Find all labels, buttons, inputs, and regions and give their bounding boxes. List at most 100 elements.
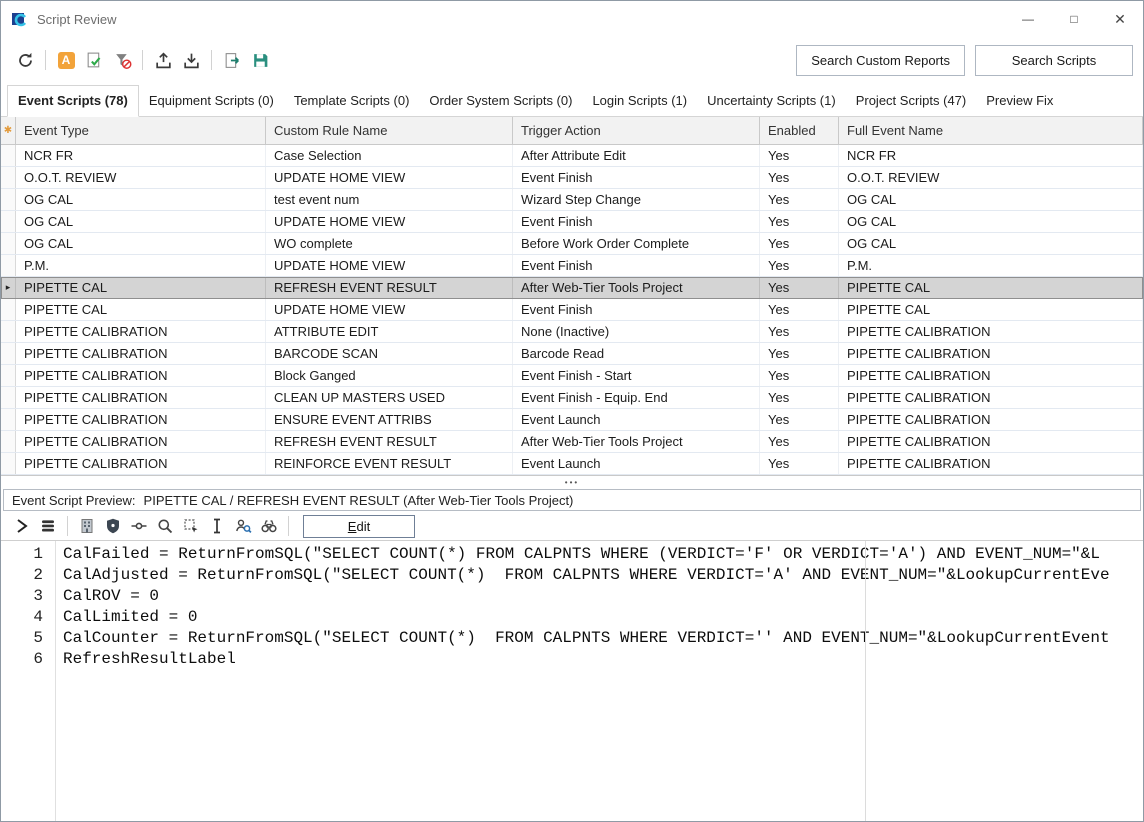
splitter-handle[interactable]: ••• xyxy=(1,475,1143,488)
table-row[interactable]: ▸PIPETTE CALREFRESH EVENT RESULTAfter We… xyxy=(1,277,1143,299)
splitter-dots-icon: ••• xyxy=(565,478,579,487)
table-cell: O.O.T. REVIEW xyxy=(839,167,1143,188)
table-cell: Yes xyxy=(760,211,839,232)
run-icon[interactable] xyxy=(10,515,34,537)
node-icon[interactable] xyxy=(127,515,151,537)
table-row[interactable]: PIPETTE CALIBRATIONBARCODE SCANBarcode R… xyxy=(1,343,1143,365)
refresh-icon[interactable] xyxy=(12,48,38,72)
tab-order-system-scripts-0[interactable]: Order System Scripts (0) xyxy=(419,86,582,116)
save-icon[interactable] xyxy=(247,48,273,72)
search-scripts-button[interactable]: Search Scripts xyxy=(975,45,1133,76)
validate-script-icon[interactable] xyxy=(81,48,107,72)
row-selector[interactable] xyxy=(1,233,16,254)
code-lines[interactable]: CalFailed = ReturnFromSQL("SELECT COUNT(… xyxy=(56,541,1143,821)
line-number: 2 xyxy=(1,565,43,586)
table-row[interactable]: OG CALUPDATE HOME VIEWEvent FinishYesOG … xyxy=(1,211,1143,233)
row-selector[interactable] xyxy=(1,321,16,342)
shield-icon[interactable] xyxy=(101,515,125,537)
select-region-icon[interactable] xyxy=(179,515,203,537)
column-header-enabled[interactable]: Enabled xyxy=(760,117,839,144)
ibeam-icon[interactable] xyxy=(205,515,229,537)
code-line[interactable]: CalAdjusted = ReturnFromSQL("SELECT COUN… xyxy=(63,565,1143,586)
required-asterisk-icon: ✱ xyxy=(1,117,16,144)
tab-equipment-scripts-0[interactable]: Equipment Scripts (0) xyxy=(139,86,284,116)
row-selector[interactable] xyxy=(1,453,16,474)
code-line[interactable]: CalCounter = ReturnFromSQL("SELECT COUNT… xyxy=(63,628,1143,649)
code-line[interactable]: CalFailed = ReturnFromSQL("SELECT COUNT(… xyxy=(63,544,1143,565)
table-cell: OG CAL xyxy=(16,211,266,232)
table-row[interactable]: PIPETTE CALIBRATIONATTRIBUTE EDITNone (I… xyxy=(1,321,1143,343)
table-row[interactable]: PIPETTE CALIBRATIONCLEAN UP MASTERS USED… xyxy=(1,387,1143,409)
tab-project-scripts-47[interactable]: Project Scripts (47) xyxy=(846,86,977,116)
clear-filter-icon[interactable] xyxy=(109,48,135,72)
row-selector[interactable] xyxy=(1,387,16,408)
column-header-full-event-name[interactable]: Full Event Name xyxy=(839,117,1143,144)
row-selector[interactable] xyxy=(1,343,16,364)
table-cell: None (Inactive) xyxy=(513,321,760,342)
row-selector[interactable] xyxy=(1,299,16,320)
toolbar-separator xyxy=(211,50,212,70)
table-row[interactable]: P.M.UPDATE HOME VIEWEvent FinishYesP.M. xyxy=(1,255,1143,277)
code-line[interactable]: CalROV = 0 xyxy=(63,586,1143,607)
search-custom-reports-button[interactable]: Search Custom Reports xyxy=(796,45,965,76)
maximize-button[interactable]: □ xyxy=(1051,1,1097,37)
table-cell: Yes xyxy=(760,145,839,166)
table-row[interactable]: PIPETTE CALIBRATIONBlock GangedEvent Fin… xyxy=(1,365,1143,387)
row-selector[interactable]: ▸ xyxy=(1,277,16,298)
table-row[interactable]: OG CALWO completeBefore Work Order Compl… xyxy=(1,233,1143,255)
table-cell: O.O.T. REVIEW xyxy=(16,167,266,188)
row-selector[interactable] xyxy=(1,167,16,188)
sql-icon[interactable] xyxy=(75,515,99,537)
table-cell: UPDATE HOME VIEW xyxy=(266,255,513,276)
attribute-a-icon[interactable]: A xyxy=(53,48,79,72)
row-selector[interactable] xyxy=(1,255,16,276)
code-editor[interactable]: 123456 CalFailed = ReturnFromSQL("SELECT… xyxy=(1,540,1143,821)
tab-event-scripts-78[interactable]: Event Scripts (78) xyxy=(7,85,139,117)
table-cell: PIPETTE CALIBRATION xyxy=(839,321,1143,342)
stack-icon[interactable] xyxy=(36,515,60,537)
tab-preview-fix[interactable]: Preview Fix xyxy=(976,86,1063,116)
column-header-event-type[interactable]: Event Type xyxy=(16,117,266,144)
close-button[interactable]: ✕ xyxy=(1097,1,1143,37)
table-cell: Yes xyxy=(760,321,839,342)
row-selector[interactable] xyxy=(1,409,16,430)
code-line[interactable]: CalLimited = 0 xyxy=(63,607,1143,628)
export-icon[interactable] xyxy=(150,48,176,72)
table-cell: OG CAL xyxy=(839,211,1143,232)
row-selector[interactable] xyxy=(1,431,16,452)
column-header-trigger-action[interactable]: Trigger Action xyxy=(513,117,760,144)
table-row[interactable]: PIPETTE CALUPDATE HOME VIEWEvent FinishY… xyxy=(1,299,1143,321)
tab-template-scripts-0[interactable]: Template Scripts (0) xyxy=(284,86,420,116)
table-row[interactable]: O.O.T. REVIEWUPDATE HOME VIEWEvent Finis… xyxy=(1,167,1143,189)
title-bar: Script Review — □ ✕ xyxy=(1,1,1143,37)
row-selector[interactable] xyxy=(1,211,16,232)
toolbar-separator xyxy=(142,50,143,70)
tab-login-scripts-1[interactable]: Login Scripts (1) xyxy=(582,86,697,116)
import-icon[interactable] xyxy=(178,48,204,72)
table-cell: OG CAL xyxy=(16,233,266,254)
binoculars-icon[interactable] xyxy=(257,515,281,537)
minimize-button[interactable]: — xyxy=(1005,1,1051,37)
table-cell: REFRESH EVENT RESULT xyxy=(266,277,513,298)
table-cell: After Attribute Edit xyxy=(513,145,760,166)
toolbar-separator xyxy=(45,50,46,70)
table-cell: Event Launch xyxy=(513,453,760,474)
table-row[interactable]: NCR FRCase SelectionAfter Attribute Edit… xyxy=(1,145,1143,167)
row-selector[interactable] xyxy=(1,365,16,386)
table-cell: PIPETTE CALIBRATION xyxy=(16,431,266,452)
open-report-icon[interactable] xyxy=(219,48,245,72)
user-search-icon[interactable] xyxy=(231,515,255,537)
column-header-custom-rule-name[interactable]: Custom Rule Name xyxy=(266,117,513,144)
table-row[interactable]: OG CALtest event numWizard Step ChangeYe… xyxy=(1,189,1143,211)
tab-uncertainty-scripts-1[interactable]: Uncertainty Scripts (1) xyxy=(697,86,846,116)
table-row[interactable]: PIPETTE CALIBRATIONREINFORCE EVENT RESUL… xyxy=(1,453,1143,475)
table-cell: UPDATE HOME VIEW xyxy=(266,167,513,188)
table-row[interactable]: PIPETTE CALIBRATIONENSURE EVENT ATTRIBSE… xyxy=(1,409,1143,431)
code-line[interactable]: RefreshResultLabel xyxy=(63,649,1143,670)
table-cell: Yes xyxy=(760,387,839,408)
zoom-icon[interactable] xyxy=(153,515,177,537)
row-selector[interactable] xyxy=(1,189,16,210)
row-selector[interactable] xyxy=(1,145,16,166)
table-row[interactable]: PIPETTE CALIBRATIONREFRESH EVENT RESULTA… xyxy=(1,431,1143,453)
edit-button[interactable]: Edit xyxy=(303,515,415,538)
